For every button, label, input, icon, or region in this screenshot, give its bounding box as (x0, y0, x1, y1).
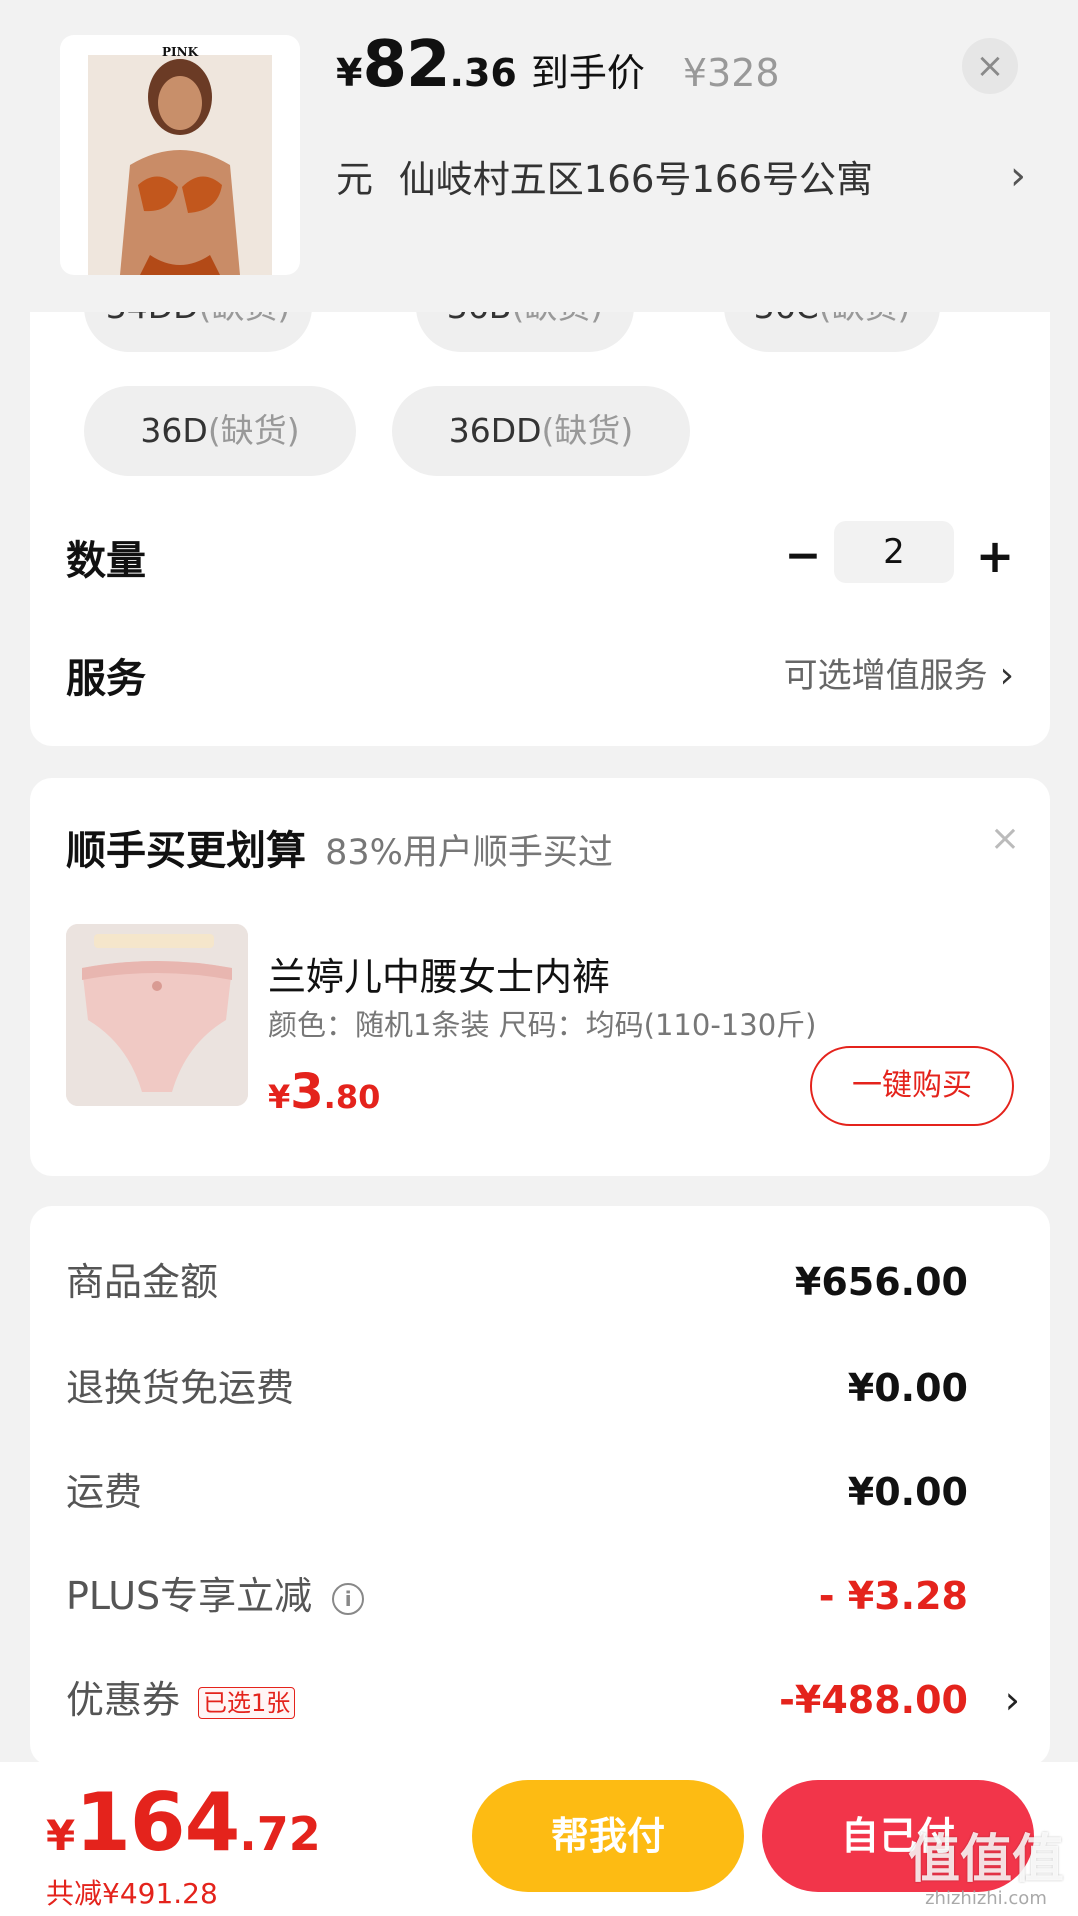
coupon-selected-badge: 已选1张 (198, 1686, 296, 1719)
upsell-subtitle: 83%用户顺手买过 (325, 833, 613, 873)
chevron-right-icon: › (1010, 153, 1026, 199)
price-integer: 82 (362, 28, 450, 102)
summary-label: 优惠券 (66, 1678, 181, 1722)
address-text: 元 仙岐村五区166号166号公寓 (336, 149, 1010, 203)
upsell-price: ¥3.80 (268, 1064, 380, 1120)
price-currency: ¥ (46, 1811, 76, 1860)
price-decimal: .72 (239, 1807, 321, 1861)
spec-card: 34DD(缺货) 36B(缺货) 36C(缺货) 36D(缺货) 36DD(缺货… (30, 262, 1050, 746)
summary-row-coupon[interactable]: 优惠券 已选1张 -¥488.00 (66, 1670, 996, 1730)
stock-status: (缺货) (207, 411, 300, 450)
chevron-right-icon[interactable]: › (1005, 1670, 1020, 1730)
total-price: ¥164.72 (46, 1776, 321, 1869)
watermark: 值值值 zhizhizhi.com (908, 1832, 1064, 1909)
summary-value: - ¥3.28 (818, 1574, 968, 1618)
size-label: 36D (140, 411, 208, 450)
price-currency: ¥ (336, 51, 363, 95)
stock-status: (缺货) (541, 411, 634, 450)
quantity-input[interactable]: 2 (834, 521, 954, 583)
address-prefix: 元 (336, 158, 373, 201)
price-summary-card: 商品金额 ¥656.00 退换货免运费 ¥0.00 运费 ¥0.00 PLUS专… (30, 1206, 1050, 1766)
summary-label: 商品金额 (66, 1260, 219, 1304)
upsell-title: 顺手买更划算 (66, 828, 306, 874)
summary-row-shipping: 运费 ¥0.00 (66, 1462, 996, 1522)
summary-value: -¥488.00 (779, 1678, 968, 1722)
product-thumbnail[interactable]: PINK (60, 35, 300, 275)
summary-label: 运费 (66, 1470, 143, 1514)
summary-value: ¥656.00 (794, 1260, 968, 1304)
panties-image (66, 924, 248, 1106)
price-row: ¥ 82 .36 到手价 ¥328 (336, 28, 780, 108)
product-header: PINK ¥ 82 .36 到手价 ¥328 × 元 仙岐村五区166号166号… (0, 0, 1078, 312)
size-option-36d[interactable]: 36D(缺货) (84, 386, 356, 476)
service-label: 服务 (66, 656, 146, 702)
price-decimal: .36 (449, 51, 517, 95)
size-label: 36DD (448, 411, 542, 450)
info-icon[interactable]: i (332, 1582, 365, 1615)
address-detail: 仙岐村五区166号166号公寓 (398, 158, 874, 201)
address-selector[interactable]: 元 仙岐村五区166号166号公寓 › (336, 148, 1026, 204)
watermark-url: zhizhizhi.com (925, 1888, 1047, 1909)
summary-row-goods-amount: 商品金额 ¥656.00 (66, 1252, 996, 1312)
price-currency: ¥ (268, 1078, 291, 1116)
price-integer: 3 (290, 1064, 324, 1120)
price-tag: 到手价 (530, 51, 645, 95)
summary-row-return-shipping: 退换货免运费 ¥0.00 (66, 1358, 996, 1418)
upsell-header: 顺手买更划算 83%用户顺手买过 (66, 818, 613, 876)
upsell-product-name[interactable]: 兰婷儿中腰女士内裤 (268, 946, 610, 1001)
upsell-product-spec: 颜色：随机1条装 尺码：均码(110-130斤) (268, 1008, 817, 1042)
original-price: ¥328 (682, 51, 780, 95)
summary-label: 退换货免运费 (66, 1366, 295, 1410)
total-saved: 共减¥491.28 (46, 1877, 218, 1910)
quantity-increase-button[interactable]: + (970, 526, 1020, 586)
quantity-label: 数量 (66, 538, 146, 584)
summary-label-with-badge: 优惠券 已选1张 (66, 1670, 296, 1730)
upsell-product-image[interactable] (66, 924, 248, 1106)
quantity-decrease-button[interactable]: − (778, 526, 828, 586)
price-integer: 164 (75, 1776, 240, 1869)
upsell-card: 顺手买更划算 83%用户顺手买过 × 兰婷儿中腰女士内裤 颜色：随机1条装 尺码… (30, 778, 1050, 1176)
summary-label-with-icon: PLUS专享立减 i (66, 1566, 365, 1626)
brand-logo-text: PINK (161, 45, 199, 59)
upsell-close-icon[interactable]: × (990, 818, 1020, 859)
summary-value: ¥0.00 (847, 1366, 968, 1410)
product-image (88, 55, 272, 275)
summary-label: PLUS专享立减 (66, 1574, 313, 1618)
watermark-logo: 值值值 (907, 1830, 1064, 1890)
service-selector[interactable]: 可选增值服务 › (784, 648, 1014, 697)
size-option-36dd[interactable]: 36DD(缺货) (392, 386, 690, 476)
one-click-buy-button[interactable]: 一键购买 (810, 1046, 1014, 1126)
help-me-pay-button[interactable]: 帮我付 (472, 1780, 744, 1892)
summary-row-plus-discount: PLUS专享立减 i - ¥3.28 (66, 1566, 996, 1626)
chevron-right-icon: › (999, 655, 1014, 696)
close-icon[interactable]: × (962, 38, 1018, 94)
service-option-text: 可选增值服务 (783, 656, 988, 696)
price-decimal: .80 (323, 1078, 381, 1116)
summary-value: ¥0.00 (847, 1470, 968, 1514)
